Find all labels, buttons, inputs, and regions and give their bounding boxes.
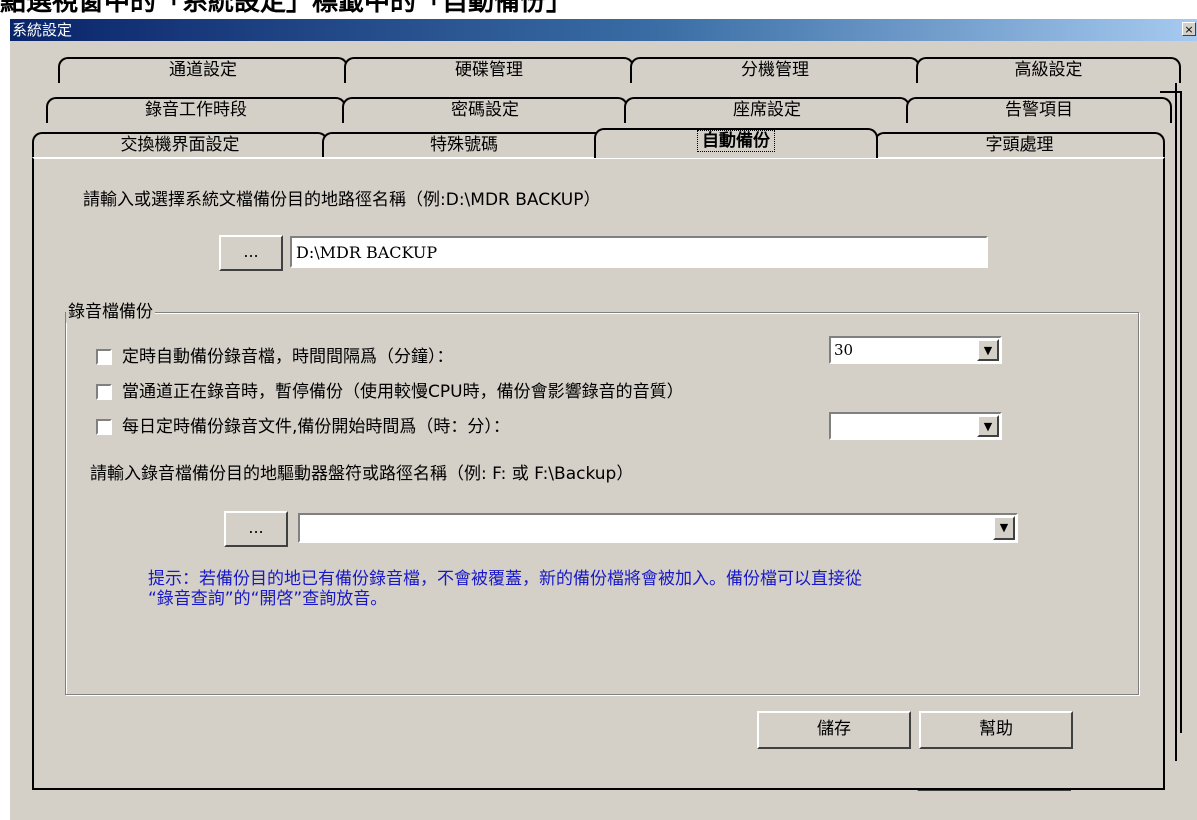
tab-channel-settings[interactable]: 通道設定 (58, 57, 348, 83)
close-icon[interactable]: × (1182, 22, 1196, 36)
chevron-down-icon[interactable]: ▼ (977, 339, 999, 361)
tab-disk-management[interactable]: 硬碟管理 (344, 57, 634, 83)
tab-recording-schedule[interactable]: 錄音工作時段 (46, 97, 346, 123)
tab-password-settings[interactable]: 密碼設定 (342, 97, 628, 123)
drive-path-prompt: 請輸入錄音檔備份目的地驅動器盤符或路徑名稱（例: F: 或 F:\Backup） (90, 464, 634, 484)
system-settings-window: 系統設定 × 通道設定 硬碟管理 分機管理 高級設定 錄音工作時段 密碼設定 座… (10, 19, 1197, 820)
recording-backup-group (65, 312, 1139, 695)
daily-backup-label: 每日定時備份錄音文件,備份開始時間爲（時：分）： (122, 417, 510, 437)
daily-backup-checkbox[interactable] (96, 419, 112, 435)
tab-special-numbers[interactable]: 特殊號碼 (322, 132, 606, 158)
tab-advanced-settings[interactable]: 高級設定 (916, 57, 1181, 83)
auto-backup-panel: 請輸入或選擇系統文檔備份目的地路徑名稱（例:D:\MDR BACKUP） ...… (32, 157, 1165, 790)
chevron-down-icon[interactable]: ▼ (977, 415, 999, 437)
system-backup-path-input[interactable] (290, 236, 988, 268)
window-title: 系統設定 (12, 21, 73, 39)
backup-hint-line1: 提示：若備份目的地已有備份錄音檔，不會被覆蓋，新的備份檔將會被加入。備份檔可以直… (148, 569, 862, 589)
interval-minutes-select[interactable]: 30 ▼ (829, 336, 1002, 364)
drive-path-combobox[interactable]: ▼ (298, 513, 1018, 543)
tab-switch-interface-settings[interactable]: 交換機界面設定 (32, 132, 328, 158)
daily-start-time-select[interactable]: ▼ (829, 412, 1002, 440)
recording-backup-group-title: 錄音檔備份 (66, 301, 155, 323)
recording-backup-browse-button[interactable]: ... (224, 511, 288, 547)
interval-backup-label: 定時自動備份錄音檔，時間間隔爲（分鐘）： (122, 347, 454, 367)
pause-during-recording-label: 當通道正在錄音時，暫停備份（使用較慢CPU時，備份會影響錄音的音質） (122, 382, 684, 402)
tab-extension-management[interactable]: 分機管理 (630, 57, 920, 83)
backup-hint-line2: “錄音查詢”的“開啓”查詢放音。 (148, 589, 388, 609)
system-backup-browse-button[interactable]: ... (219, 235, 283, 271)
tab-seat-settings[interactable]: 座席設定 (624, 97, 910, 123)
window-titlebar[interactable]: 系統設定 × (10, 19, 1197, 41)
tab-auto-backup[interactable]: 自動備份 (594, 128, 878, 158)
system-backup-prompt: 請輸入或選擇系統文檔備份目的地路徑名稱（例:D:\MDR BACKUP） (83, 190, 601, 210)
save-button[interactable]: 儲存 (757, 711, 911, 749)
interval-backup-checkbox[interactable] (96, 349, 112, 365)
tab-alarm-items[interactable]: 告警項目 (906, 97, 1172, 123)
interval-minutes-value: 30 (834, 341, 854, 359)
tab-prefix-processing[interactable]: 字頭處理 (874, 132, 1165, 158)
help-button[interactable]: 幫助 (919, 711, 1073, 749)
page-caption: 點選視窗中的「系統設定」標籤中的「自動備份」 (0, 0, 573, 17)
pause-during-recording-checkbox[interactable] (96, 384, 112, 400)
chevron-down-icon[interactable]: ▼ (993, 516, 1015, 540)
